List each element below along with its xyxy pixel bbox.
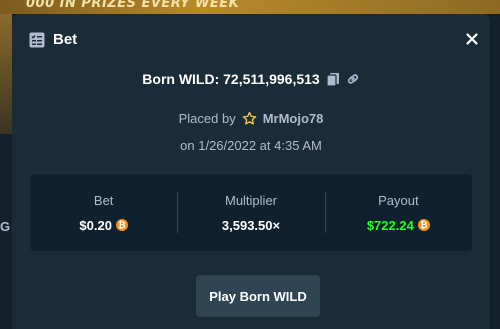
star-icon xyxy=(242,111,257,126)
modal-title: Bet xyxy=(53,31,78,48)
bet-amount-stat: Bet $0.20 ₿ xyxy=(30,174,177,251)
placed-by-label: Placed by xyxy=(178,111,236,126)
background-left-text: G xyxy=(0,219,11,234)
bet-slip-icon xyxy=(29,32,45,48)
multiplier-value: 3,593.50× xyxy=(221,217,281,233)
bet-value: $0.20 xyxy=(79,217,112,233)
modal-header: Bet xyxy=(29,31,77,48)
bitcoin-icon: ₿ xyxy=(115,219,128,231)
multiplier-stat: Multiplier 3,593.50× xyxy=(177,174,324,251)
bet-stats-panel: Bet $0.20 ₿ Multiplier 3,593.50× Payout … xyxy=(30,174,472,251)
link-icon[interactable] xyxy=(346,72,360,86)
bet-date: on 1/26/2022 at 4:35 AM xyxy=(180,138,322,153)
copy-icon[interactable] xyxy=(326,72,340,87)
bitcoin-icon: ₿ xyxy=(417,219,430,231)
game-bet-id: Born WILD: 72,511,996,513 xyxy=(142,71,320,87)
multiplier-label: Multiplier xyxy=(224,192,277,208)
payout-value-row: $722.24 ₿ xyxy=(367,218,430,233)
bet-details-modal: Bet Born WILD: 72,511,996,513 Placed by xyxy=(12,14,490,329)
bet-label: Bet xyxy=(93,192,114,208)
placed-by-row: Placed by MrMojo78 xyxy=(12,111,490,126)
background-right-panel xyxy=(490,14,500,329)
payout-value: $722.24 xyxy=(366,217,414,233)
username-link[interactable]: MrMojo78 xyxy=(263,111,324,126)
payout-label: Payout xyxy=(378,192,419,208)
background-banner: 000 IN PRIZES EVERY WEEK xyxy=(0,0,500,14)
close-button[interactable] xyxy=(462,29,482,49)
game-id-row: Born WILD: 72,511,996,513 xyxy=(12,71,490,87)
payout-stat: Payout $722.24 ₿ xyxy=(324,174,472,251)
background-left-image xyxy=(0,14,12,134)
background-banner-text: 000 IN PRIZES EVERY WEEK xyxy=(26,0,240,11)
play-game-button[interactable]: Play Born WILD xyxy=(196,275,320,317)
close-icon xyxy=(466,33,478,45)
bet-value-row: $0.20 ₿ xyxy=(79,218,128,233)
